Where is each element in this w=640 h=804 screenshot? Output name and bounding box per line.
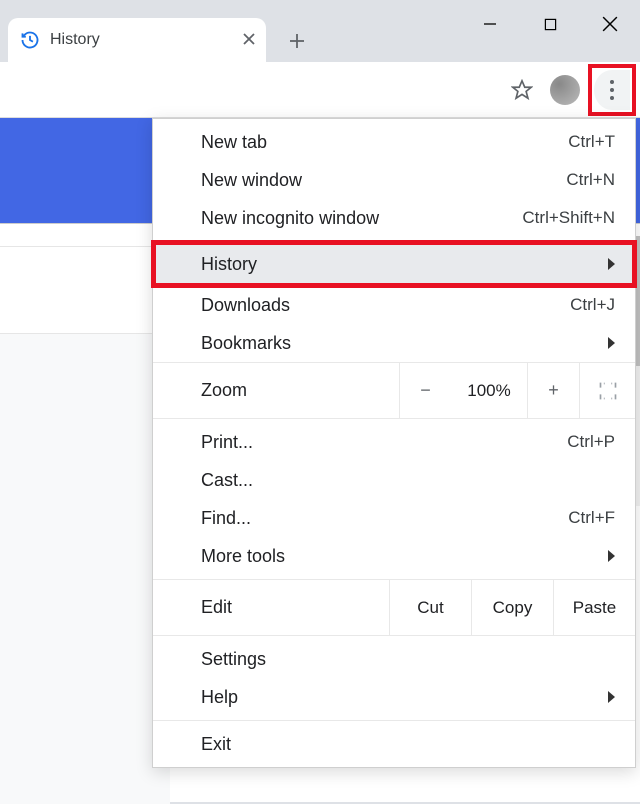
menu-shortcut: Ctrl+F — [568, 508, 615, 528]
edit-copy-button[interactable]: Copy — [471, 580, 553, 635]
chevron-right-icon — [608, 258, 615, 270]
zoom-in-button[interactable]: + — [527, 363, 579, 418]
menu-label: Help — [201, 687, 238, 708]
menu-edit-row: Edit Cut Copy Paste — [153, 580, 635, 636]
close-icon[interactable] — [242, 29, 256, 52]
window-controls — [460, 0, 640, 48]
menu-label: Find... — [201, 508, 251, 529]
menu-shortcut: Ctrl+J — [570, 295, 615, 315]
menu-label: Print... — [201, 432, 253, 453]
menu-label: Bookmarks — [201, 333, 291, 354]
edit-paste-button[interactable]: Paste — [553, 580, 635, 635]
menu-label: New window — [201, 170, 302, 191]
tab-bar: History — [0, 0, 640, 62]
chevron-right-icon — [608, 550, 615, 562]
menu-shortcut: Ctrl+N — [566, 170, 615, 190]
menu-settings[interactable]: Settings — [153, 640, 635, 678]
menu-bookmarks[interactable]: Bookmarks — [153, 324, 635, 362]
maximize-button[interactable] — [520, 0, 580, 48]
menu-label: New tab — [201, 132, 267, 153]
menu-print[interactable]: Print... Ctrl+P — [153, 423, 635, 461]
menu-downloads[interactable]: Downloads Ctrl+J — [153, 286, 635, 324]
history-icon — [20, 30, 40, 50]
chrome-menu: New tab Ctrl+T New window Ctrl+N New inc… — [152, 118, 636, 768]
menu-find[interactable]: Find... Ctrl+F — [153, 499, 635, 537]
browser-toolbar — [0, 62, 640, 118]
menu-help[interactable]: Help — [153, 678, 635, 716]
menu-shortcut: Ctrl+Shift+N — [522, 208, 615, 228]
profile-avatar[interactable] — [550, 75, 580, 105]
menu-shortcut: Ctrl+P — [567, 432, 615, 452]
menu-label: Downloads — [201, 295, 290, 316]
menu-label: Cast... — [201, 470, 253, 491]
menu-label: History — [201, 254, 257, 275]
menu-new-tab[interactable]: New tab Ctrl+T — [153, 123, 635, 161]
edit-label: Edit — [153, 597, 389, 618]
zoom-percent: 100% — [451, 381, 527, 401]
menu-cast[interactable]: Cast... — [153, 461, 635, 499]
chevron-right-icon — [608, 337, 615, 349]
new-tab-button[interactable] — [280, 24, 314, 58]
window-close-button[interactable] — [580, 0, 640, 48]
kebab-menu-button[interactable] — [594, 70, 630, 110]
menu-label: More tools — [201, 546, 285, 567]
menu-label: Exit — [201, 734, 231, 755]
menu-history[interactable]: History — [153, 242, 635, 286]
zoom-label: Zoom — [153, 380, 399, 401]
menu-exit[interactable]: Exit — [153, 725, 635, 763]
edit-cut-button[interactable]: Cut — [389, 580, 471, 635]
bookmark-star-icon[interactable] — [502, 70, 542, 110]
page-background — [0, 334, 170, 804]
zoom-out-button[interactable]: − — [399, 363, 451, 418]
fullscreen-button[interactable] — [579, 363, 635, 418]
menu-new-window[interactable]: New window Ctrl+N — [153, 161, 635, 199]
page-section — [0, 246, 170, 334]
menu-label: New incognito window — [201, 208, 379, 229]
menu-zoom-row: Zoom − 100% + — [153, 363, 635, 419]
menu-more-tools[interactable]: More tools — [153, 537, 635, 575]
browser-tab[interactable]: History — [8, 18, 266, 62]
page-content: New tab Ctrl+T New window Ctrl+N New inc… — [0, 118, 640, 802]
menu-shortcut: Ctrl+T — [568, 132, 615, 152]
menu-new-incognito[interactable]: New incognito window Ctrl+Shift+N — [153, 199, 635, 237]
chevron-right-icon — [608, 691, 615, 703]
menu-label: Settings — [201, 649, 266, 670]
tab-title: History — [50, 31, 100, 49]
menu-button-highlight — [588, 64, 636, 116]
minimize-button[interactable] — [460, 0, 520, 48]
